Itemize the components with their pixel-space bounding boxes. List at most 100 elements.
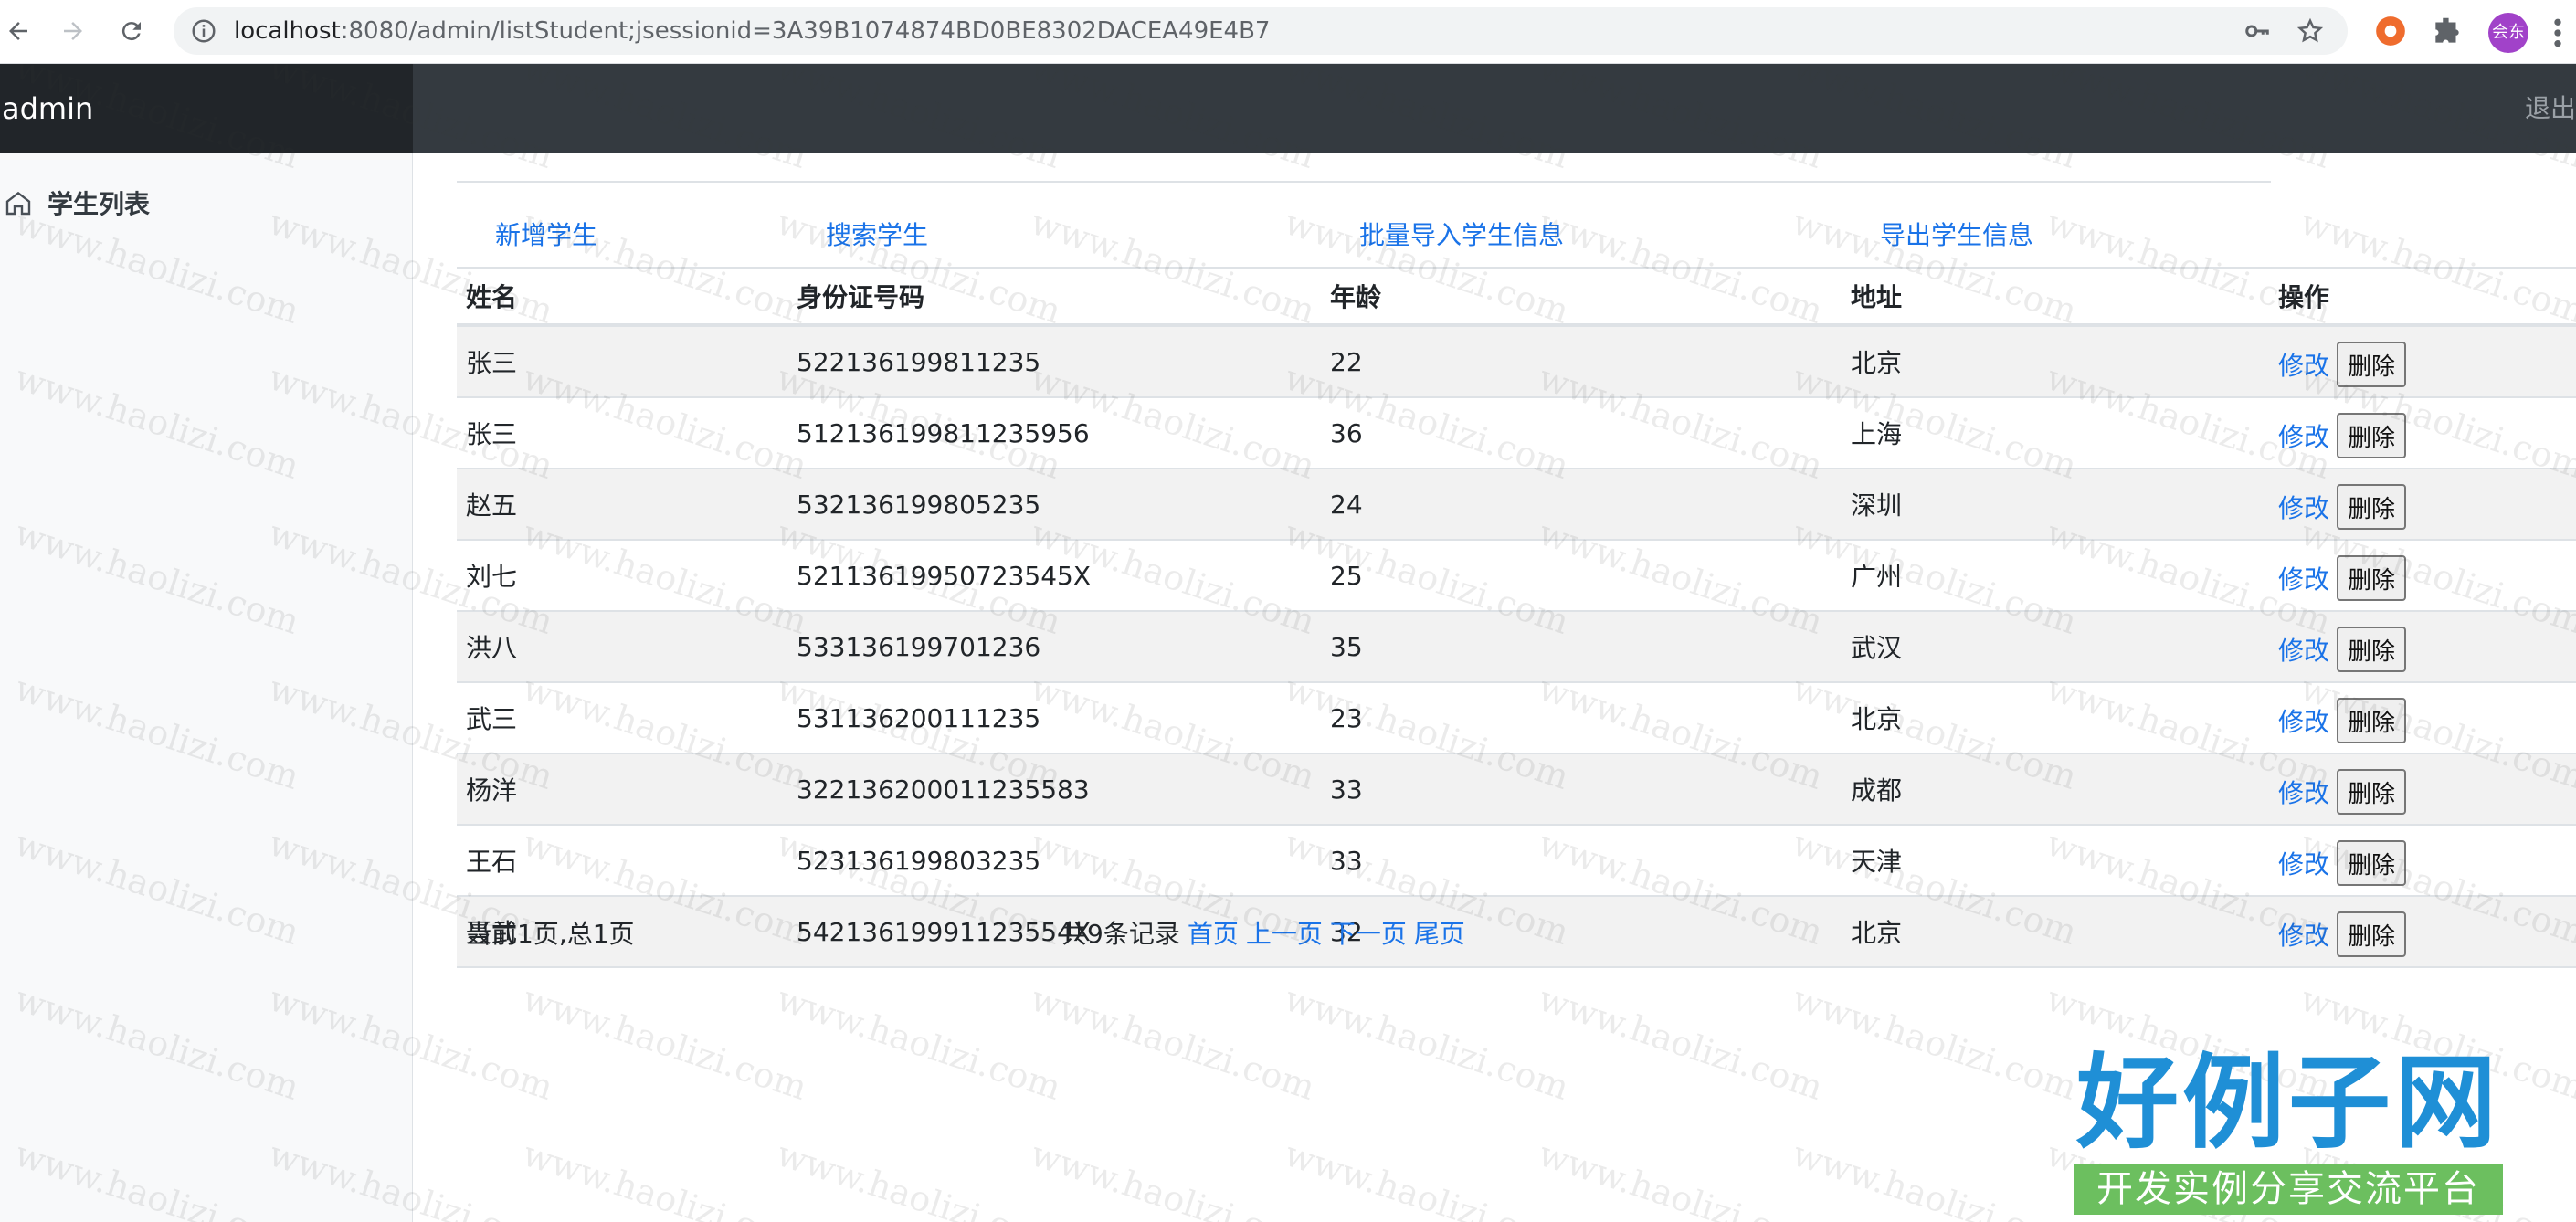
cell-name: 张三 xyxy=(457,396,787,469)
pagination: 共9条记录 首页 上一页 下一页 尾页 xyxy=(1061,911,1465,957)
delete-button[interactable]: 删除 xyxy=(2337,413,2407,458)
cell-id: 52113619950723545X xyxy=(787,539,1321,611)
delete-button[interactable]: 删除 xyxy=(2337,911,2407,957)
cell-age: 35 xyxy=(1321,610,1842,682)
cell-name: 王石 xyxy=(457,824,787,896)
edit-link[interactable]: 修改 xyxy=(2278,422,2329,452)
cell-name: 赵五 xyxy=(457,468,787,540)
extension-orange-icon[interactable] xyxy=(2373,14,2408,48)
delete-button[interactable]: 删除 xyxy=(2337,840,2407,886)
edit-link[interactable]: 修改 xyxy=(2278,778,2329,808)
arrow-left-icon xyxy=(9,22,27,40)
home-icon xyxy=(5,191,31,216)
delete-button[interactable]: 删除 xyxy=(2337,627,2407,672)
sidebar: 学生列表 xyxy=(0,153,413,1222)
edit-link[interactable]: 修改 xyxy=(2278,707,2329,737)
star-icon[interactable] xyxy=(2296,17,2324,45)
student-table: 姓名 身份证号码 年龄 地址 操作 张三 522136199811235 22 … xyxy=(457,267,2576,968)
table-row: 武三 531136200111235 23 北京 修改 删除 xyxy=(457,681,2576,753)
cell-actions: 修改 删除 xyxy=(2269,610,2576,682)
cell-address: 上海 xyxy=(1842,396,2269,469)
edit-link[interactable]: 修改 xyxy=(2278,636,2329,666)
edit-link[interactable]: 修改 xyxy=(2278,351,2329,381)
cell-age: 33 xyxy=(1321,753,1842,825)
main-content: 新增学生 搜索学生 批量导入学生信息 导出学生信息 姓名 身份证号码 年龄 地址… xyxy=(413,153,2576,1222)
url-text: localhost:8080/admin/listStudent;jsessio… xyxy=(234,17,1271,45)
delete-button[interactable]: 删除 xyxy=(2337,769,2407,815)
logout-link[interactable]: 退出 xyxy=(2525,64,2576,153)
reload-button[interactable] xyxy=(113,13,150,49)
cell-actions: 修改 删除 xyxy=(2269,324,2576,397)
table-row: 张三 522136199811235 22 北京 修改 删除 xyxy=(457,324,2576,397)
record-count: 共9条记录 xyxy=(1061,919,1180,949)
more-vert-icon[interactable] xyxy=(2549,15,2567,51)
puzzle-icon[interactable] xyxy=(2430,14,2465,48)
cell-address: 天津 xyxy=(1842,824,2269,896)
browser-toolbar: localhost:8080/admin/listStudent;jsessio… xyxy=(0,0,2576,64)
cell-age: 36 xyxy=(1321,396,1842,469)
edit-link[interactable]: 修改 xyxy=(2278,564,2329,595)
cell-age: 22 xyxy=(1321,324,1842,397)
back-button[interactable] xyxy=(0,13,37,49)
cell-id: 531136200111235 xyxy=(787,681,1321,753)
sidebar-item-label: 学生列表 xyxy=(48,189,151,219)
delete-button[interactable]: 删除 xyxy=(2337,342,2407,387)
delete-button[interactable]: 删除 xyxy=(2337,698,2407,743)
export-students-link[interactable]: 导出学生信息 xyxy=(1880,208,2033,263)
prev-page-link[interactable]: 上一页 xyxy=(1246,919,1323,949)
cell-age: 24 xyxy=(1321,468,1842,540)
cell-name: 刘七 xyxy=(457,539,787,611)
last-page-link[interactable]: 尾页 xyxy=(1414,919,1465,949)
cell-address: 北京 xyxy=(1842,895,2269,968)
sidebar-item-student-list[interactable]: 学生列表 xyxy=(4,181,150,225)
cell-actions: 修改 删除 xyxy=(2269,396,2576,469)
column-header-actions: 操作 xyxy=(2269,267,2576,327)
page-status: 当前1页,总1页 xyxy=(466,919,635,949)
import-students-link[interactable]: 批量导入学生信息 xyxy=(1359,208,1564,263)
cell-name: 张三 xyxy=(457,324,787,397)
cell-name: 洪八 xyxy=(457,610,787,682)
cell-actions: 修改 删除 xyxy=(2269,753,2576,825)
table-row: 聂武 54213619991123554X 32 北京 修改 删除 xyxy=(457,895,2576,968)
cell-address: 深圳 xyxy=(1842,468,2269,540)
cell-address: 北京 xyxy=(1842,324,2269,397)
edit-link[interactable]: 修改 xyxy=(2278,921,2329,951)
edit-link[interactable]: 修改 xyxy=(2278,493,2329,523)
table-row: 刘七 52113619950723545X 25 广州 修改 删除 xyxy=(457,539,2576,611)
cell-actions: 修改 删除 xyxy=(2269,539,2576,611)
cell-actions: 修改 删除 xyxy=(2269,468,2576,540)
cell-actions: 修改 删除 xyxy=(2269,824,2576,896)
cell-id: 532136199805235 xyxy=(787,468,1321,540)
delete-button[interactable]: 删除 xyxy=(2337,555,2407,601)
table-row: 杨洋 322136200011235583 33 成都 修改 删除 xyxy=(457,753,2576,825)
info-icon xyxy=(192,19,216,43)
arrow-right-icon xyxy=(64,22,82,40)
key-icon[interactable] xyxy=(2243,17,2271,45)
reload-icon xyxy=(121,22,141,41)
first-page-link[interactable]: 首页 xyxy=(1188,919,1239,949)
column-header-id: 身份证号码 xyxy=(787,267,1321,327)
cell-id: 533136199701236 xyxy=(787,610,1321,682)
app-header: admin 退出 xyxy=(0,64,2576,153)
table-header-row: 姓名 身份证号码 年龄 地址 操作 xyxy=(457,267,2576,327)
delete-button[interactable]: 删除 xyxy=(2337,484,2407,530)
forward-button[interactable] xyxy=(55,13,91,49)
cell-address: 北京 xyxy=(1842,681,2269,753)
next-page-link[interactable]: 下一页 xyxy=(1330,919,1407,949)
cell-name: 杨洋 xyxy=(457,753,787,825)
table-row: 王石 523136199803235 33 天津 修改 删除 xyxy=(457,824,2576,896)
cell-id: 512136199811235956 xyxy=(787,396,1321,469)
search-student-link[interactable]: 搜索学生 xyxy=(826,208,928,263)
cell-address: 成都 xyxy=(1842,753,2269,825)
column-header-address: 地址 xyxy=(1842,267,2269,327)
brand-title[interactable]: admin xyxy=(0,64,413,153)
edit-link[interactable]: 修改 xyxy=(2278,849,2329,880)
address-bar[interactable]: localhost:8080/admin/listStudent;jsessio… xyxy=(174,7,2348,55)
cell-age: 23 xyxy=(1321,681,1842,753)
add-student-link[interactable]: 新增学生 xyxy=(495,208,597,263)
column-header-age: 年龄 xyxy=(1321,267,1842,327)
divider xyxy=(457,181,2271,183)
cell-address: 广州 xyxy=(1842,539,2269,611)
profile-avatar[interactable]: 会东 xyxy=(2488,13,2528,53)
cell-address: 武汉 xyxy=(1842,610,2269,682)
